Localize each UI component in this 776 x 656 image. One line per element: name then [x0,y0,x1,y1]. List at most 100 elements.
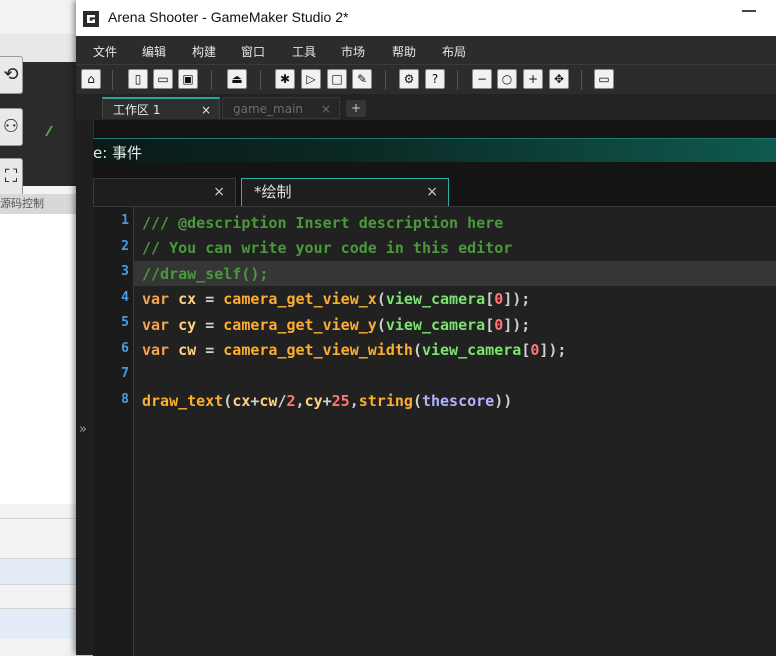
code-operator: / [277,392,287,410]
code-line-3[interactable]: //draw_self(); [142,262,268,286]
code-punctuation: ); [512,316,531,334]
code-comment: // You can write your code in this edito… [142,239,513,257]
add-workspace-button[interactable]: + [346,100,366,117]
object-events-label: e: 事件 [93,144,143,162]
code-punctuation: ( [412,392,422,410]
tab-game-main[interactable]: game_main × [222,97,340,119]
run-icon[interactable]: ▷ [301,69,321,89]
menu-window[interactable]: 窗口 [241,43,265,60]
menu-file[interactable]: 文件 [93,43,117,60]
window-title: Arena Shooter - GameMaker Studio 2* [108,9,349,25]
code-builtin: view_camera [385,290,486,308]
code-line-2[interactable]: // You can write your code in this edito… [142,236,512,260]
toolbar-separator [581,70,582,90]
object-events-header[interactable]: e: 事件 [93,138,776,163]
background-marker [45,126,61,136]
close-icon[interactable]: × [201,99,211,121]
code-operator: = [205,290,215,308]
code-punctuation: ( [376,290,386,308]
close-icon[interactable]: × [213,179,225,205]
gamemaker-logo-icon [83,11,99,27]
code-operator: = [205,316,215,334]
code-line-4[interactable]: var cx = camera_get_view_x(view_camera[0… [142,287,530,311]
zoom-reset-icon[interactable]: ○ [497,69,517,89]
minimize-icon[interactable] [742,4,756,12]
stop-icon[interactable]: □ [327,69,347,89]
code-comment: //draw_self(); [142,265,269,283]
code-punctuation: ( [376,316,386,334]
tab-draw-event[interactable]: *绘制 × [241,178,449,206]
menu-help[interactable]: 帮助 [392,43,416,60]
create-executable-icon[interactable]: ⏏ [227,69,247,89]
close-icon[interactable]: × [321,98,331,120]
code-operator: + [322,392,332,410]
open-project-icon[interactable]: ▭ [153,69,173,89]
zoom-out-icon[interactable]: − [472,69,492,89]
toolbar-separator [457,70,458,90]
zoom-in-icon[interactable]: + [523,69,543,89]
gamemaker-window: Arena Shooter - GameMaker Studio 2* 文件 编… [76,0,776,656]
path-tool-button[interactable]: ⟲ [0,56,23,94]
debug-icon[interactable]: ✱ [275,69,295,89]
tab-event-previous[interactable]: × [93,178,236,206]
settings-gear-icon[interactable]: ⚙ [399,69,419,89]
code-punctuation: [ [485,316,495,334]
tab-label: game_main [233,102,304,116]
main-toolbar: ⌂ ▯ ▭ ▣ ⏏ ✱ ▷ □ ✎ ⚙ ? − ○ + ✥ ▭ [76,64,776,95]
code-line-8[interactable]: draw_text(cx+cw/2,cy+25,string(thescore)… [142,389,512,413]
code-variable: cw [259,392,278,410]
line-number: 8 [121,392,129,407]
menu-marketplace[interactable]: 市场 [341,43,365,60]
gamepad-icon[interactable]: ✥ [549,69,569,89]
code-editor[interactable]: 1 2 3 4 5 6 7 8 /// @description Insert … [93,206,776,656]
code-instance-variable: thescore [421,392,495,410]
menu-layout[interactable]: 布局 [442,43,466,60]
help-icon[interactable]: ? [425,69,445,89]
menu-build[interactable]: 构建 [192,43,216,60]
code-builtin: view_camera [421,341,522,359]
code-punctuation: ] [503,290,513,308]
line-number: 1 [121,213,129,228]
code-punctuation: ( [412,341,422,359]
menu-tools[interactable]: 工具 [292,43,316,60]
code-line-6[interactable]: var cw = camera_get_view_width(view_came… [142,338,566,362]
code-number: 0 [494,290,504,308]
code-function: draw_text [142,392,224,410]
target-device-icon[interactable]: ▭ [594,69,614,89]
code-punctuation: [ [521,341,531,359]
line-number: 7 [121,366,129,381]
background-panel-area [0,214,78,504]
select-tool-button[interactable]: ⛶ [0,158,23,196]
menu-bar: 文件 编辑 构建 窗口 工具 市场 帮助 布局 [76,36,776,64]
code-function: camera_get_view_x [223,290,377,308]
event-tab-strip: × *绘制 × [93,162,776,206]
close-icon[interactable]: × [426,179,438,205]
code-function: camera_get_view_width [223,341,413,359]
node-tool-button[interactable]: ⚇ [0,108,23,146]
code-operator: = [205,341,215,359]
new-project-icon[interactable]: ▯ [128,69,148,89]
background-row [0,518,78,545]
code-variable: cx [178,290,197,308]
code-punctuation: [ [485,290,495,308]
line-number: 4 [121,290,129,305]
code-line-1[interactable]: /// @description Insert description here [142,211,503,235]
code-punctuation: ); [512,290,531,308]
code-comment: /// @description Insert description here [142,214,504,232]
code-variable: cx [232,392,251,410]
save-icon[interactable]: ▣ [178,69,198,89]
toolbar-separator [260,70,261,90]
tab-workspace-1[interactable]: 工作区 1 × [102,97,220,119]
toolbar-separator [112,70,113,90]
line-number: 6 [121,341,129,356]
code-line-5[interactable]: var cy = camera_get_view_y(view_camera[0… [142,313,530,337]
title-bar[interactable]: Arena Shooter - GameMaker Studio 2* [76,0,776,36]
clean-icon[interactable]: ✎ [352,69,372,89]
background-window: ⟲ ⚇ ⛶ 源码控制 [0,0,78,655]
home-icon[interactable]: ⌂ [81,69,101,89]
menu-edit[interactable]: 编辑 [142,43,166,60]
expand-panel-icon[interactable]: » [79,422,87,437]
toolbar-separator [385,70,386,90]
code-number: 25 [331,392,350,410]
code-builtin: view_camera [385,316,486,334]
